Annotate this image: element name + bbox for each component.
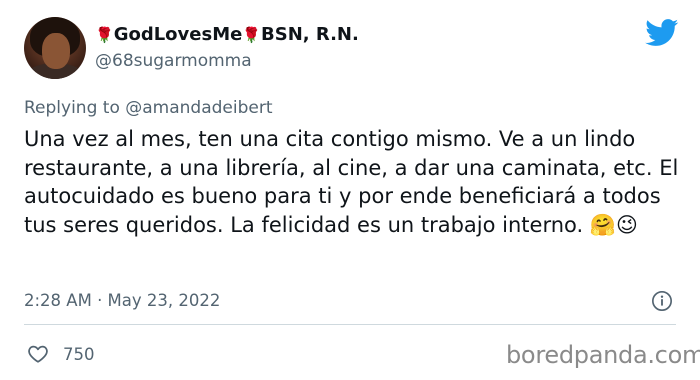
tweet-timestamp[interactable]: 2:28 AM · May 23, 2022 [24,291,220,310]
tweet-body: Una vez al mes, ten una cita contigo mis… [24,127,679,237]
watermark: boredpanda.com [506,341,700,369]
rose-emoji: 🌹 [95,25,114,44]
like-count[interactable]: 750 [63,345,95,364]
user-handle[interactable]: @68sugarmomma [95,51,252,71]
display-name[interactable]: 🌹 GodLovesMe 🌹 BSN, R.N. [95,24,359,45]
info-icon[interactable] [651,290,673,312]
heart-icon[interactable] [27,343,49,365]
twitter-bird-icon[interactable] [645,19,679,47]
display-name-part1: GodLovesMe [113,24,243,45]
replying-to: Replying to @amandadeibert [24,98,273,118]
reply-mention-link[interactable]: @amandadeibert [125,98,272,118]
divider [24,324,676,325]
avatar[interactable] [24,17,86,79]
tweet-text: Una vez al mes, ten una cita contigo mis… [24,125,684,239]
tweet-emojis: 🤗😉 [589,212,638,237]
replying-to-label: Replying to [24,98,120,118]
rose-emoji: 🌹 [242,25,262,44]
display-name-part2: BSN, R.N. [261,24,359,45]
